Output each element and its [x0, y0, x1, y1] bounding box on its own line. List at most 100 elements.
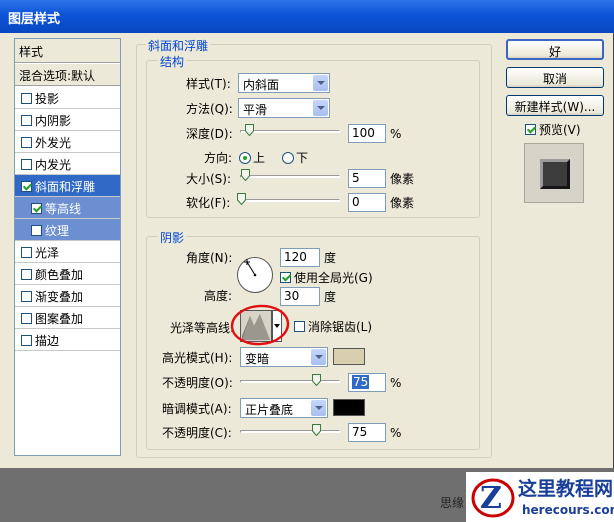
style-item-outer-glow[interactable]: 外发光: [15, 131, 120, 153]
style-item-pattern-overlay[interactable]: 图案叠加: [15, 307, 120, 329]
direction-down-option[interactable]: 下: [282, 150, 308, 166]
shadow-color-swatch[interactable]: [333, 399, 365, 416]
style-item-satin[interactable]: 光泽: [15, 241, 120, 263]
styles-list: 样式 混合选项:默认 投影 内阴影 外发光 内发光 斜面和浮雕 等高线 纹理 光…: [14, 38, 121, 456]
highlight-mode-select[interactable]: 变暗: [240, 347, 328, 367]
altitude-unit: 度: [324, 290, 337, 304]
shadow-opacity-input[interactable]: 75: [348, 423, 386, 442]
size-slider[interactable]: [240, 175, 340, 178]
technique-select[interactable]: 平滑: [238, 98, 330, 118]
shading-title: 阴影: [158, 229, 187, 246]
style-item-label: 斜面和浮雕: [35, 180, 96, 194]
soften-slider-thumb[interactable]: [237, 193, 246, 205]
shadow-opacity-slider[interactable]: [240, 430, 340, 433]
texture-checkbox[interactable]: [31, 225, 42, 236]
style-item-label: 投影: [35, 92, 60, 106]
anti-aliased-label: 消除锯齿(L): [308, 320, 373, 334]
size-input[interactable]: 5: [348, 169, 386, 188]
color-overlay-checkbox[interactable]: [21, 269, 32, 280]
direction-up-option[interactable]: 上: [239, 150, 265, 166]
preview-checkbox[interactable]: [525, 124, 536, 135]
highlight-opacity-slider-thumb[interactable]: [312, 374, 321, 386]
blend-options-item[interactable]: 混合选项:默认: [15, 64, 120, 86]
preview-option[interactable]: 预览(V): [525, 122, 581, 138]
chevron-down-icon[interactable]: [311, 400, 326, 416]
style-item-color-overlay[interactable]: 颜色叠加: [15, 263, 120, 285]
stroke-checkbox[interactable]: [21, 335, 32, 346]
contour-checkbox[interactable]: [31, 203, 42, 214]
structure-title: 结构: [158, 53, 187, 70]
pattern-overlay-checkbox[interactable]: [21, 313, 32, 324]
site-name: 这里教程网: [518, 478, 614, 500]
highlight-opacity-unit: %: [390, 376, 402, 390]
ok-button[interactable]: 好: [506, 39, 604, 60]
chevron-down-icon[interactable]: [313, 75, 328, 91]
chevron-down-icon[interactable]: [311, 349, 326, 365]
style-item-label: 光泽: [35, 246, 60, 260]
angle-dial[interactable]: [236, 256, 274, 294]
style-item-label: 外发光: [35, 136, 72, 150]
style-item-drop-shadow[interactable]: 投影: [15, 87, 120, 109]
direction-label: 方向:: [204, 151, 233, 165]
angle-input[interactable]: 120: [280, 248, 320, 267]
bevel-emboss-title: 斜面和浮雕: [146, 37, 211, 54]
style-select[interactable]: 内斜面: [238, 73, 330, 93]
style-item-inner-shadow[interactable]: 内阴影: [15, 109, 120, 131]
soften-input[interactable]: 0: [348, 193, 386, 212]
chevron-down-icon[interactable]: [313, 100, 328, 116]
highlight-opacity-label: 不透明度(O):: [162, 376, 233, 390]
shadow-mode-select[interactable]: 正片叠底: [240, 398, 328, 418]
gloss-contour-label: 光泽等高线:: [170, 321, 235, 335]
styles-header[interactable]: 样式: [15, 39, 120, 63]
anti-aliased-checkbox[interactable]: [294, 321, 305, 332]
highlight-color-swatch[interactable]: [333, 348, 365, 365]
depth-label: 深度(D):: [186, 127, 233, 141]
drop-shadow-checkbox[interactable]: [21, 93, 32, 104]
style-item-label: 纹理: [45, 224, 70, 238]
shadow-mode-label: 暗调模式(A):: [162, 402, 232, 416]
depth-input[interactable]: 100: [348, 124, 386, 143]
preview-label: 预览(V): [539, 123, 581, 137]
gradient-overlay-checkbox[interactable]: [21, 291, 32, 302]
style-item-inner-glow[interactable]: 内发光: [15, 153, 120, 175]
anti-aliased-option[interactable]: 消除锯齿(L): [294, 319, 372, 335]
layer-style-dialog: 图层样式 样式 混合选项:默认 投影 内阴影 外发光 内发光 斜面和浮雕 等高线…: [0, 0, 614, 468]
style-item-texture[interactable]: 纹理: [15, 219, 120, 241]
watermark-cut-text: 思缘: [440, 496, 465, 510]
style-item-contour[interactable]: 等高线: [15, 197, 120, 219]
bevel-emboss-checkbox[interactable]: [21, 181, 32, 192]
soften-slider[interactable]: [240, 199, 340, 202]
global-light-option[interactable]: 使用全局光(G): [280, 270, 373, 286]
new-style-button[interactable]: 新建样式(W)...: [506, 95, 604, 116]
direction-up-radio[interactable]: [239, 152, 251, 164]
satin-checkbox[interactable]: [21, 247, 32, 258]
direction-down-radio[interactable]: [282, 152, 294, 164]
shadow-opacity-slider-thumb[interactable]: [312, 424, 321, 436]
size-label: 大小(S):: [186, 172, 232, 186]
depth-slider-thumb[interactable]: [245, 124, 254, 136]
outer-glow-checkbox[interactable]: [21, 137, 32, 148]
angle-unit: 度: [324, 251, 337, 265]
style-preview: [524, 143, 584, 203]
inner-glow-checkbox[interactable]: [21, 159, 32, 170]
direction-down-label: 下: [296, 151, 309, 165]
style-item-gradient-overlay[interactable]: 渐变叠加: [15, 285, 120, 307]
cancel-button[interactable]: 取消: [506, 67, 604, 88]
style-item-label: 内发光: [35, 158, 72, 172]
size-slider-thumb[interactable]: [241, 169, 250, 181]
red-circle-annotation: [230, 304, 290, 346]
watermark-banner: Z 这里教程网 herecours.com: [466, 472, 614, 522]
technique-label: 方法(Q):: [186, 102, 233, 116]
highlight-opacity-slider[interactable]: [240, 380, 340, 383]
style-item-label: 描边: [35, 334, 60, 348]
style-label: 样式(T):: [186, 77, 231, 91]
highlight-opacity-input[interactable]: 75: [348, 373, 386, 392]
global-light-checkbox[interactable]: [280, 272, 291, 283]
inner-shadow-checkbox[interactable]: [21, 115, 32, 126]
shadow-mode-value: 正片叠底: [245, 403, 294, 417]
depth-slider[interactable]: [240, 130, 340, 133]
style-item-bevel-emboss[interactable]: 斜面和浮雕: [15, 175, 120, 197]
style-item-stroke[interactable]: 描边: [15, 329, 120, 351]
shadow-opacity-unit: %: [390, 426, 402, 440]
site-url: herecours.com: [522, 503, 614, 517]
